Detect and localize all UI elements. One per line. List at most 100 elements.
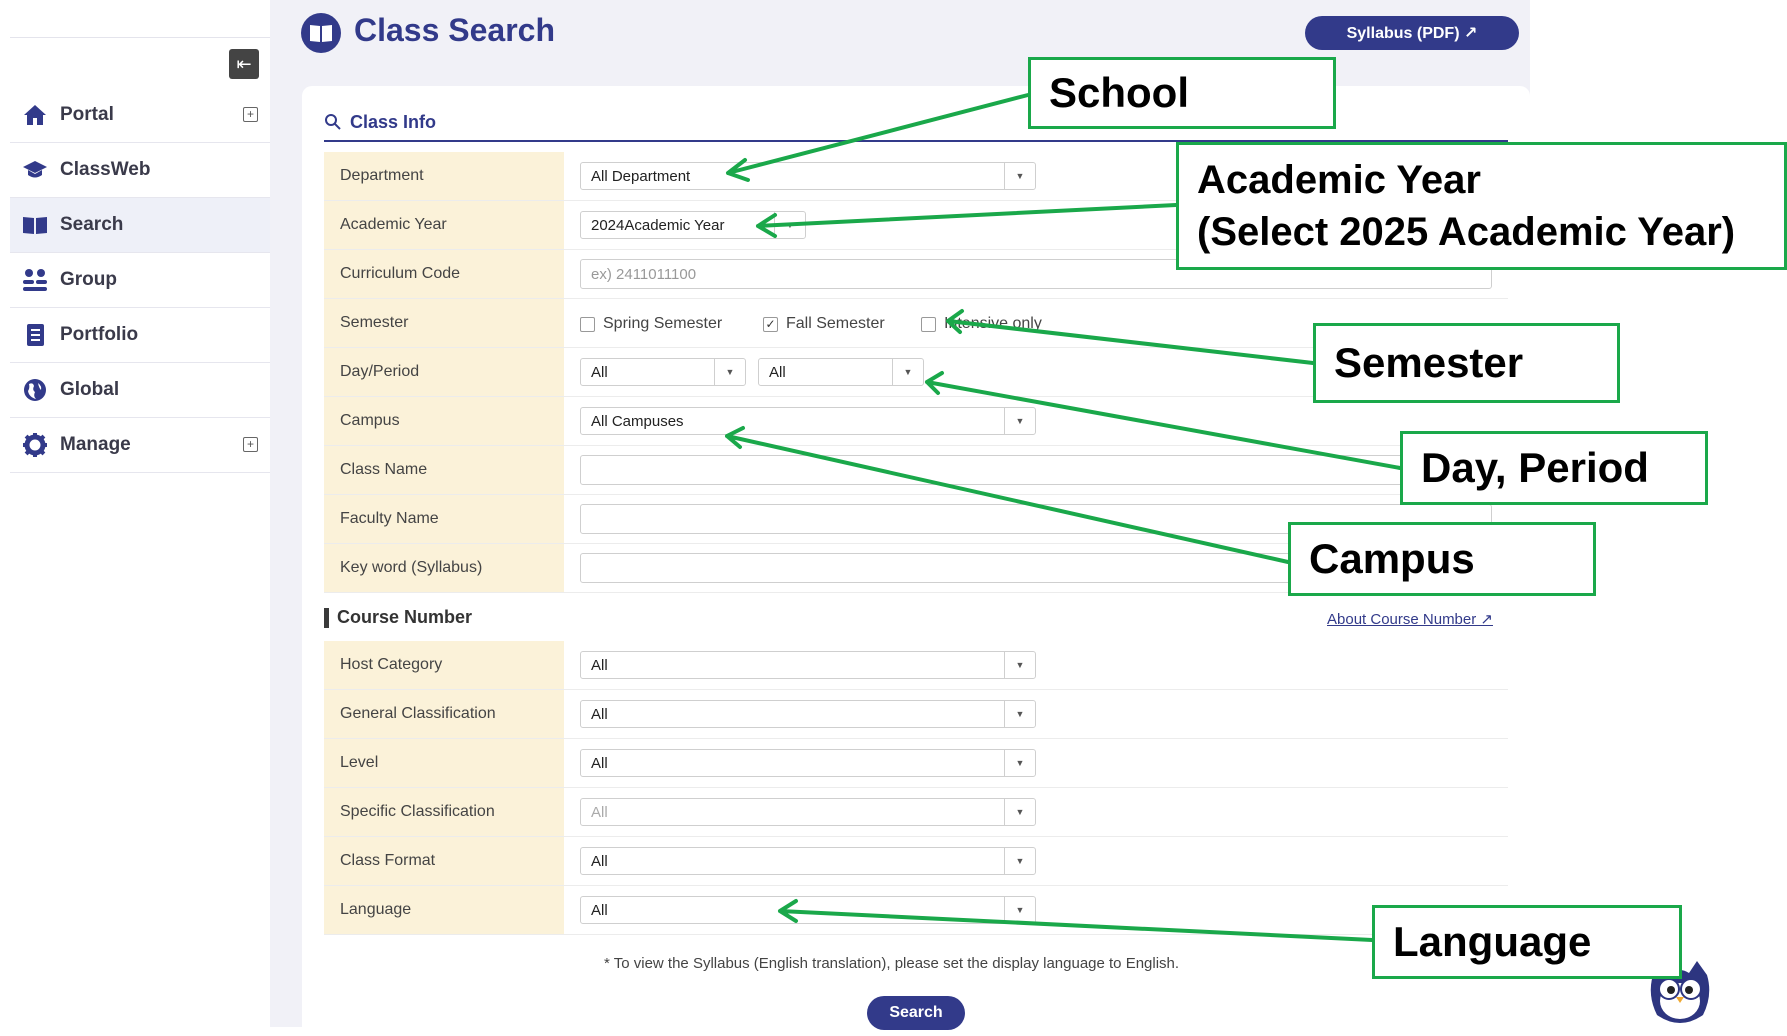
globe-icon (22, 377, 48, 403)
chevron-down-icon: ▼ (1004, 701, 1035, 727)
academic-year-value: 2024Academic Year (591, 216, 725, 234)
chevron-down-icon: ▼ (1004, 799, 1035, 825)
annotation-text: Semester (1334, 339, 1524, 386)
expand-plus-icon[interactable]: + (243, 107, 258, 122)
annotation-campus: Campus (1288, 522, 1596, 596)
language-select[interactable]: All ▼ (580, 896, 1036, 924)
sidebar: ⇤ Portal + ClassWeb Search Group Portfol… (0, 0, 270, 1027)
page-title: Class Search (354, 12, 556, 48)
sidebar-item-search[interactable]: Search (10, 198, 270, 253)
section-marker (324, 607, 329, 628)
curriculum-code-placeholder: ex) 2411011100 (591, 265, 697, 283)
faculty-name-label: Faculty Name (324, 495, 564, 543)
sidebar-item-portal[interactable]: Portal + (10, 88, 270, 143)
annotation-text: Campus (1309, 535, 1475, 582)
chevron-down-icon: ▼ (1004, 848, 1035, 874)
row-language: Language All ▼ (324, 886, 1508, 935)
chevron-down-icon: ▼ (892, 359, 923, 385)
host-category-select[interactable]: All ▼ (580, 651, 1036, 679)
row-campus: Campus All Campuses ▼ (324, 397, 1508, 446)
curriculum-code-label: Curriculum Code (324, 250, 564, 298)
expand-plus-icon[interactable]: + (243, 437, 258, 452)
sidebar-item-label: Portfolio (60, 324, 139, 345)
campus-select[interactable]: All Campuses ▼ (580, 407, 1036, 435)
keyword-label: Key word (Syllabus) (324, 544, 564, 592)
search-icon (325, 114, 341, 130)
sidebar-divider (10, 37, 270, 38)
department-select[interactable]: All Department ▼ (580, 162, 1036, 190)
row-general-classification: General Classification All ▼ (324, 690, 1508, 739)
spring-semester-checkbox[interactable]: Spring Semester (580, 315, 722, 333)
sidebar-item-label: Manage (60, 434, 131, 455)
sidebar-item-classweb[interactable]: ClassWeb (10, 143, 270, 198)
chevron-down-icon: ▼ (774, 212, 805, 238)
row-specific-classification: Specific Classification All ▼ (324, 788, 1508, 837)
annotation-semester: Semester (1313, 323, 1620, 403)
sidebar-item-portfolio[interactable]: Portfolio (10, 308, 270, 363)
syllabus-pdf-button[interactable]: Syllabus (PDF) ↗ (1305, 16, 1519, 50)
sidebar-item-group[interactable]: Group (10, 253, 270, 308)
chevron-down-icon: ▼ (1004, 163, 1035, 189)
day-value: All (591, 363, 608, 381)
annotation-academic-year: Academic Year (Select 2025 Academic Year… (1176, 142, 1787, 270)
sidebar-nav: Portal + ClassWeb Search Group Portfolio… (10, 88, 270, 473)
sidebar-item-label: Global (60, 379, 120, 400)
row-host-category: Host Category All ▼ (324, 641, 1508, 690)
chevron-down-icon: ▼ (1004, 652, 1035, 678)
checkbox-box (921, 316, 936, 332)
search-button[interactable]: Search (867, 996, 965, 1030)
checkbox-label: Fall Semester (786, 315, 885, 332)
academic-year-select[interactable]: 2024Academic Year ▼ (580, 211, 806, 239)
period-select[interactable]: All ▼ (758, 358, 924, 386)
specific-classification-select[interactable]: All ▼ (580, 798, 1036, 826)
campus-label: Campus (324, 397, 564, 445)
collapse-sidebar-button[interactable]: ⇤ (229, 49, 259, 79)
syllabus-language-note: * To view the Syllabus (English translat… (604, 955, 1180, 972)
intensive-only-checkbox[interactable]: Intensive only (921, 315, 1042, 333)
sidebar-item-label: Portal (60, 104, 114, 125)
home-icon (22, 102, 48, 128)
language-value: All (591, 901, 608, 919)
host-category-value: All (591, 656, 608, 674)
course-number-header: Course Number (324, 607, 472, 628)
fall-semester-checkbox[interactable]: ✓ Fall Semester (763, 315, 885, 333)
general-classification-value: All (591, 705, 608, 723)
annotation-day-period: Day, Period (1400, 431, 1708, 505)
chevron-down-icon: ▼ (1004, 897, 1035, 923)
level-select[interactable]: All ▼ (580, 749, 1036, 777)
academic-year-label: Academic Year (324, 201, 564, 249)
day-period-label: Day/Period (324, 348, 564, 396)
open-book-icon (22, 212, 48, 238)
annotation-text: Academic Year (1197, 158, 1481, 202)
language-label: Language (324, 886, 564, 934)
sidebar-item-manage[interactable]: Manage + (10, 418, 270, 473)
row-level: Level All ▼ (324, 739, 1508, 788)
class-format-select[interactable]: All ▼ (580, 847, 1036, 875)
open-book-icon (301, 13, 341, 53)
course-number-label: Course Number (337, 607, 473, 627)
level-value: All (591, 754, 608, 772)
about-course-number-link[interactable]: About Course Number ↗ (1327, 610, 1493, 628)
row-class-format: Class Format All ▼ (324, 837, 1508, 886)
annotation-text: (Select 2025 Academic Year) (1197, 210, 1736, 254)
department-label: Department (324, 152, 564, 200)
level-label: Level (324, 739, 564, 787)
host-category-label: Host Category (324, 641, 564, 689)
specific-classification-label: Specific Classification (324, 788, 564, 836)
class-name-label: Class Name (324, 446, 564, 494)
class-format-value: All (591, 852, 608, 870)
row-class-name: Class Name (324, 446, 1508, 495)
annotation-text: Language (1393, 918, 1592, 965)
checkbox-box (580, 316, 595, 332)
general-classification-label: General Classification (324, 690, 564, 738)
chevron-down-icon: ▼ (1004, 408, 1035, 434)
annotation-school: School (1028, 57, 1336, 129)
notebook-icon (22, 322, 48, 348)
sidebar-item-global[interactable]: Global (10, 363, 270, 418)
group-icon (22, 267, 48, 293)
day-select[interactable]: All ▼ (580, 358, 746, 386)
sidebar-item-label: Search (60, 214, 124, 235)
general-classification-select[interactable]: All ▼ (580, 700, 1036, 728)
class-name-input[interactable] (580, 455, 1492, 485)
graduation-cap-icon (22, 157, 48, 183)
